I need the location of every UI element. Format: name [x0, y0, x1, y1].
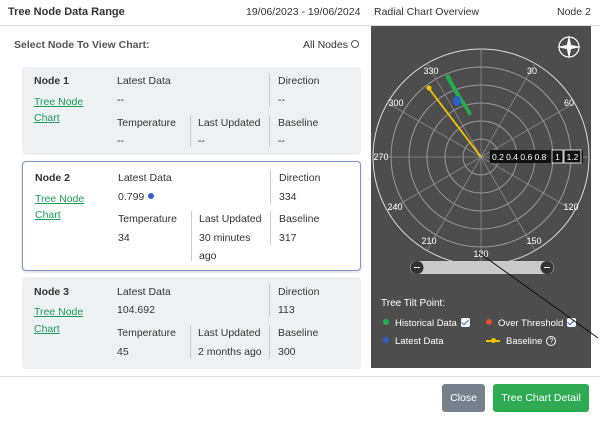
- divider: [190, 325, 191, 359]
- node-card-1[interactable]: Node 1 Tree Node Chart Latest Data -- Di…: [22, 67, 361, 155]
- dialog-header: Tree Node Data Range 19/06/2023 - 19/06/…: [0, 0, 600, 26]
- angle-label: 240: [387, 202, 402, 212]
- latest-data-point: [453, 96, 461, 106]
- last-updated-value: 2 months ago: [198, 346, 262, 358]
- angle-label: 300: [388, 98, 403, 108]
- tree-node-chart-link[interactable]: Tree Node: [34, 96, 83, 108]
- legend-historical[interactable]: Historical Data: [383, 317, 470, 329]
- baseline-label: Baseline: [278, 327, 319, 339]
- radial-spoke: [480, 156, 575, 212]
- radial-spoke: [480, 102, 575, 158]
- node-card-3[interactable]: Node 3 Tree Node Chart Latest Data 104.6…: [22, 277, 361, 369]
- divider: [269, 73, 270, 107]
- last-updated-value-cont: ago: [199, 250, 217, 262]
- direction-label: Direction: [279, 172, 321, 184]
- latest-data-number: 0.799: [118, 191, 145, 203]
- angle-label: 60: [564, 98, 574, 108]
- direction-value: 334: [279, 191, 297, 203]
- baseline-label: Baseline: [279, 213, 320, 225]
- tree-chart-detail-button[interactable]: Tree Chart Detail: [493, 384, 589, 412]
- tree-tilt-title: Tree Tilt Point:: [381, 298, 446, 309]
- last-updated-label: Last Updated: [198, 327, 261, 339]
- angle-label: 270: [373, 152, 388, 162]
- radio-icon[interactable]: [350, 40, 359, 49]
- divider: [270, 170, 271, 204]
- angle-label: 330: [423, 66, 438, 76]
- divider: [191, 211, 192, 261]
- radius-scale-box-label: 1.2: [567, 152, 579, 162]
- baseline-line-icon: [486, 338, 500, 344]
- divider: [269, 283, 270, 317]
- radius-scale: 0.2 0.4 0.6 0.8: [492, 152, 547, 162]
- tree-node-chart-link[interactable]: Chart: [35, 209, 61, 221]
- direction-label: Direction: [278, 286, 320, 298]
- historical-data-points: [445, 74, 472, 116]
- all-nodes-label: All Nodes: [303, 39, 348, 51]
- node-list: Node 1 Tree Node Chart Latest Data -- Di…: [14, 57, 369, 375]
- last-updated-label: Last Updated: [198, 117, 261, 129]
- radial-spoke: [480, 63, 536, 158]
- close-button[interactable]: Close: [442, 384, 485, 412]
- temperature-label: Temperature: [117, 117, 176, 129]
- tree-node-chart-link[interactable]: Tree Node: [35, 193, 84, 205]
- latest-data-label: Latest Data: [117, 286, 171, 298]
- angle-label: 210: [421, 236, 436, 246]
- node-name: Node 3: [34, 286, 70, 298]
- radius-scale-box-label: 1: [555, 152, 560, 162]
- tree-node-chart-link[interactable]: Chart: [34, 323, 60, 335]
- baseline-label: Baseline: [278, 117, 319, 129]
- last-updated-value: 30 minutes: [199, 232, 251, 244]
- direction-value: 113: [278, 304, 295, 316]
- date-range: 19/06/2023 - 19/06/2024: [246, 6, 361, 18]
- direction-value: --: [278, 94, 285, 106]
- angle-label: 120: [563, 202, 578, 212]
- checkbox-icon[interactable]: [460, 317, 470, 327]
- baseline-value: 317: [279, 232, 297, 244]
- tree-node-chart-link[interactable]: Tree Node: [34, 306, 83, 318]
- baseline-point: [426, 85, 432, 91]
- temperature-value: 34: [118, 232, 130, 244]
- compass-icon: [557, 35, 581, 59]
- angle-label: 30: [527, 66, 537, 76]
- last-updated-value: --: [198, 135, 205, 147]
- select-node-label: Select Node To View Chart:: [14, 39, 150, 51]
- divider: [269, 115, 270, 147]
- footer-divider: [0, 376, 600, 377]
- annotation-line: [477, 251, 599, 339]
- latest-data-label: Latest Data: [117, 75, 171, 87]
- latest-data-value: --: [117, 94, 124, 106]
- latest-data-value: 0.799: [118, 191, 155, 203]
- node-name: Node 2: [35, 172, 71, 184]
- node-name: Node 1: [34, 75, 70, 87]
- temperature-value: 45: [117, 346, 129, 358]
- legend-latest: Latest Data: [383, 336, 444, 347]
- divider: [269, 325, 270, 359]
- latest-dot-icon: [383, 337, 389, 344]
- tree-node-chart-link[interactable]: Chart: [34, 112, 60, 124]
- current-node: Node 2: [557, 6, 591, 18]
- dialog-title: Tree Node Data Range: [8, 6, 125, 18]
- last-updated-label: Last Updated: [199, 213, 262, 225]
- legend-latest-label: Latest Data: [395, 336, 444, 347]
- radial-spoke: [426, 63, 482, 158]
- radial-title: Radial Chart Overview: [374, 6, 480, 18]
- divider: [270, 211, 271, 245]
- angle-label: 150: [526, 236, 541, 246]
- latest-data-dot-icon: [148, 193, 155, 200]
- legend-historical-label: Historical Data: [395, 318, 457, 329]
- node-card-2[interactable]: Node 2 Tree Node Chart Latest Data 0.799…: [22, 161, 361, 271]
- divider: [190, 115, 191, 147]
- temperature-label: Temperature: [118, 213, 177, 225]
- baseline-value: --: [278, 135, 285, 147]
- temperature-label: Temperature: [117, 327, 176, 339]
- direction-label: Direction: [278, 75, 320, 87]
- temperature-value: --: [117, 135, 124, 147]
- historical-dot-icon: [383, 319, 389, 326]
- latest-data-value: 104.692: [117, 304, 155, 316]
- baseline-value: 300: [278, 346, 296, 358]
- latest-data-label: Latest Data: [118, 172, 172, 184]
- all-nodes-toggle[interactable]: All Nodes: [303, 39, 359, 51]
